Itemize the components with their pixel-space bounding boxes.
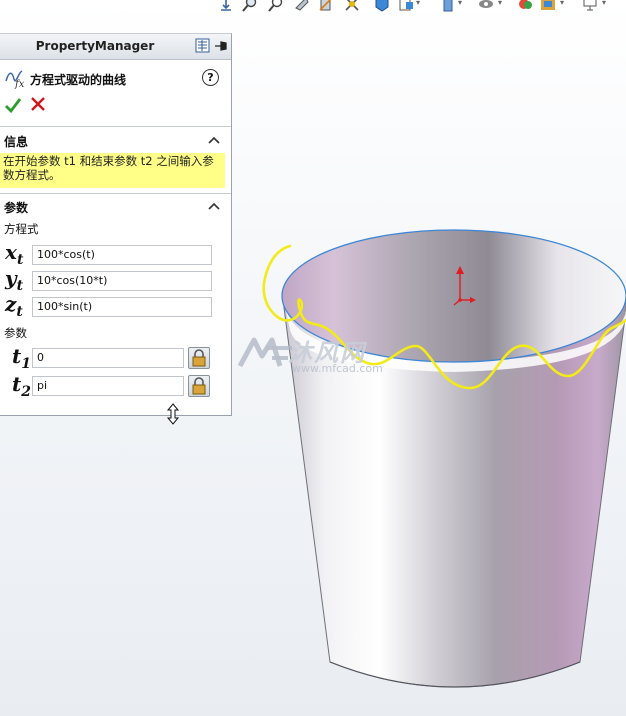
edit-appearance-icon[interactable] (440, 0, 456, 12)
property-manager-header: PropertyManager (0, 34, 231, 60)
info-message: 在开始参数 t1 和结束参数 t2 之间输入参数方程式。 (0, 153, 225, 188)
divider (0, 126, 231, 127)
zoom-to-fit-icon[interactable] (242, 0, 258, 12)
feature-name: 方程式驱动的曲线 (30, 73, 127, 87)
collapse-chevron-icon[interactable] (208, 201, 220, 211)
t2-lock-button[interactable] (188, 375, 210, 397)
monitor-icon[interactable] (582, 0, 598, 12)
ok-button[interactable] (4, 96, 22, 114)
equation-curve-icon: fx (5, 70, 25, 89)
t2-label: t2 (12, 372, 31, 400)
heads-up-toolbar: ▾ ▾ ▾ ▾ ▾ (214, 0, 626, 14)
z-equation-input[interactable]: 100*sin(t) (32, 297, 212, 317)
chevron-down-icon[interactable]: ▾ (602, 0, 606, 7)
watermark-url: www.mfcad.com (292, 362, 383, 375)
triad-origin (458, 298, 462, 302)
t2-input[interactable]: pi (32, 376, 184, 396)
parameters-label: 参数 (4, 326, 27, 340)
svg-text:fx: fx (14, 79, 25, 89)
collapse-chevron-icon[interactable] (208, 135, 220, 145)
z-t-label: zt (5, 292, 23, 320)
lock-icon (192, 349, 206, 367)
t1-input[interactable]: 0 (32, 348, 184, 368)
property-manager-panel: PropertyManager fx 方程式驱动的曲线 ? 信息 在开始参数 t… (0, 33, 232, 416)
property-manager-title: PropertyManager (35, 39, 155, 53)
chevron-down-icon[interactable]: ▾ (416, 0, 420, 7)
display-settings-icon[interactable] (518, 0, 534, 12)
chevron-down-icon[interactable]: ▾ (458, 0, 462, 7)
hide-show-icon[interactable] (398, 0, 414, 12)
lock-icon (192, 377, 206, 395)
pin-icon[interactable] (214, 41, 228, 51)
graphics-viewport[interactable]: 沐风网 www.mfcad.com ▾ ▾ ▾ ▾ ▾ PropertyMana… (0, 0, 626, 716)
realview-icon[interactable] (540, 0, 556, 12)
section-view-icon[interactable] (318, 0, 334, 12)
divider (0, 193, 231, 194)
dynamic-annotation-icon[interactable] (344, 0, 360, 12)
x-t-label: xt (5, 240, 24, 268)
help-icon[interactable]: ? (202, 69, 219, 86)
x-equation-input[interactable]: 100*cos(t) (32, 245, 212, 265)
cancel-button[interactable] (30, 96, 46, 112)
view-orientation-icon[interactable] (218, 0, 234, 12)
equations-label: 方程式 (4, 222, 39, 236)
y-equation-input[interactable]: 10*cos(10*t) (32, 271, 212, 291)
scene-icon[interactable] (478, 0, 494, 12)
previous-view-icon[interactable] (294, 0, 310, 12)
feature-title-row: fx 方程式驱动的曲线 ? (4, 67, 228, 89)
t1-label: t1 (12, 344, 31, 372)
chevron-down-icon[interactable]: ▾ (498, 0, 502, 7)
y-t-label: yt (5, 266, 24, 294)
t1-lock-button[interactable] (188, 347, 210, 369)
panel-layout-icon[interactable] (195, 38, 210, 53)
info-section-title[interactable]: 信息 (4, 133, 28, 150)
resize-cursor-icon[interactable] (166, 403, 180, 425)
chevron-down-icon[interactable]: ▾ (560, 0, 564, 7)
zoom-area-icon[interactable] (268, 0, 284, 12)
params-section-title[interactable]: 参数 (4, 199, 28, 216)
display-style-icon[interactable] (374, 0, 390, 12)
